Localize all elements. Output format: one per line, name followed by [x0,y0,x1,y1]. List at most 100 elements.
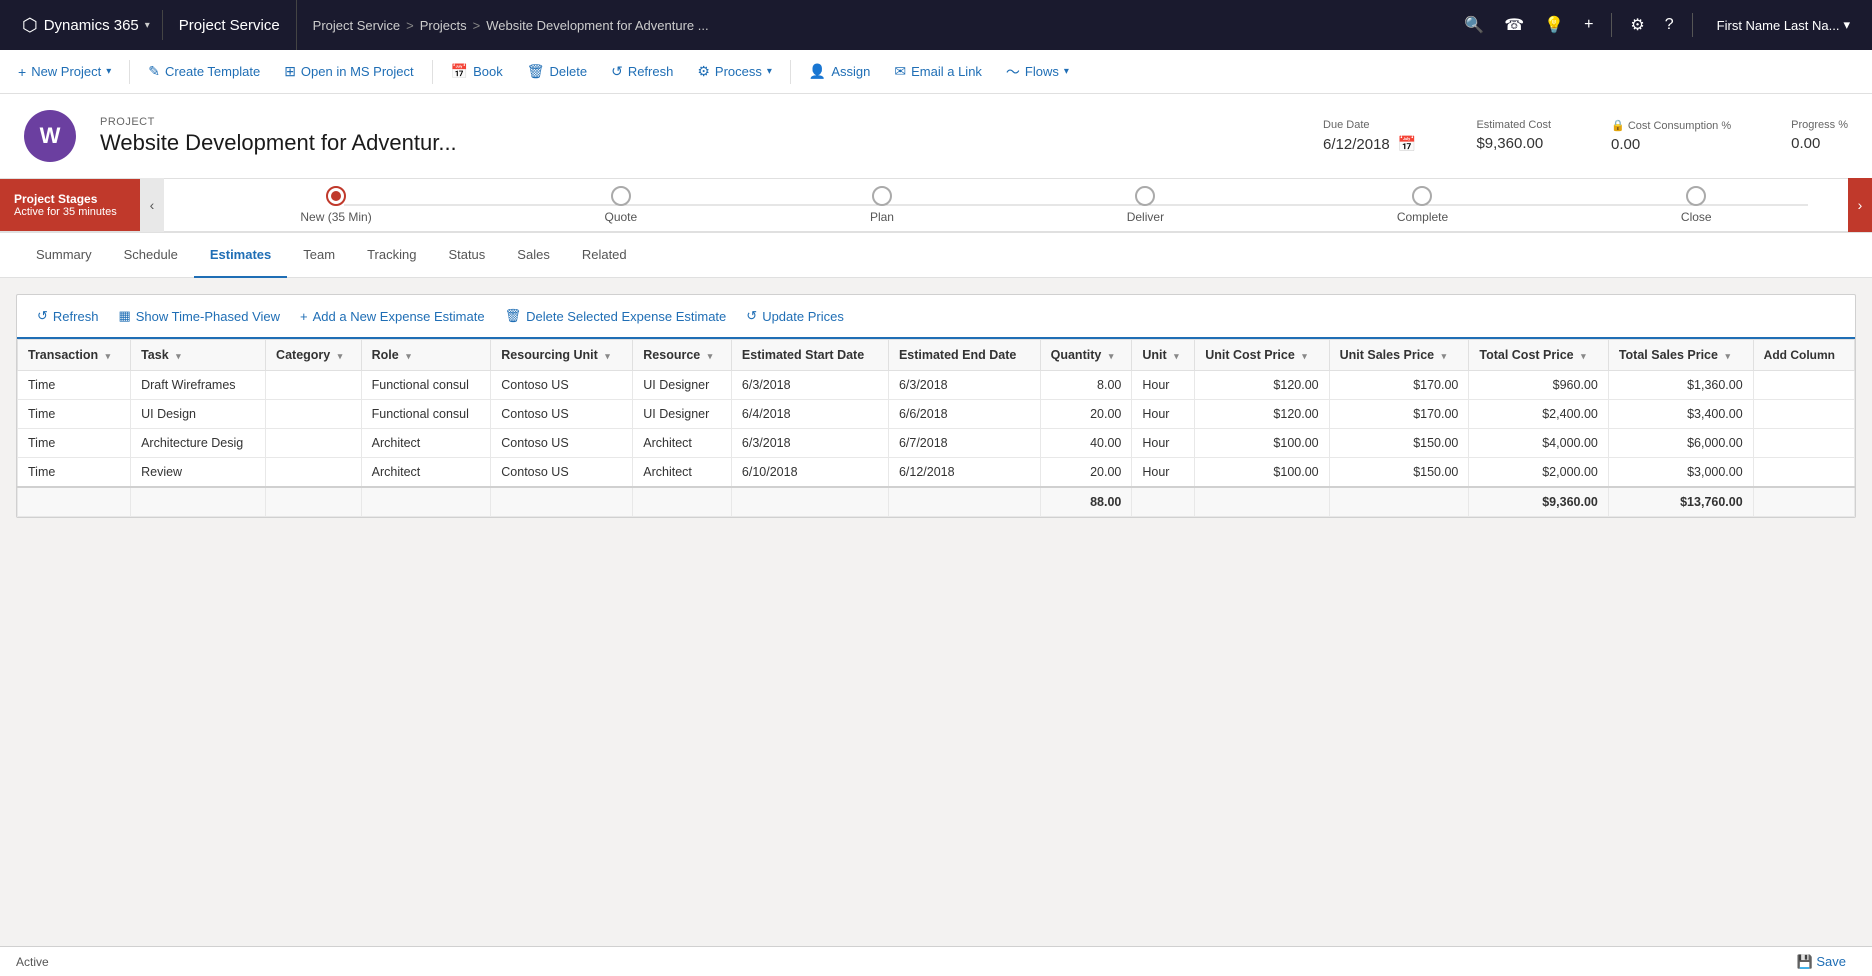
cell-quantity-2[interactable]: 40.00 [1040,429,1132,458]
cell-resourcingUnit-3[interactable]: Contoso US [491,458,633,488]
tab-summary[interactable]: Summary [20,233,108,278]
help-icon[interactable]: ? [1659,12,1680,38]
cell-unitSalesPrice-3[interactable]: $150.00 [1329,458,1469,488]
tab-estimates[interactable]: Estimates [194,233,287,278]
estimates-refresh-button[interactable]: ↺ Refresh [29,303,106,329]
cell-transaction-3[interactable]: Time [18,458,131,488]
cell-startDate-2[interactable]: 6/3/2018 [731,429,888,458]
cell-resourcingUnit-2[interactable]: Contoso US [491,429,633,458]
update-prices-button[interactable]: ↺ Update Prices [738,303,852,329]
cell-task-3[interactable]: Review [131,458,266,488]
assign-button[interactable]: 👤 Assign [799,57,880,86]
cell-endDate-3[interactable]: 6/12/2018 [888,458,1040,488]
col-header-unit-sales-price[interactable]: Unit Sales Price ▾ [1329,340,1469,371]
cell-totalCostPrice-1[interactable]: $2,400.00 [1469,400,1608,429]
stages-prev-button[interactable]: ‹ [140,178,164,232]
delete-button[interactable]: 🗑 Delete [517,57,597,86]
col-header-resource[interactable]: Resource ▾ [633,340,732,371]
cell-unit-2[interactable]: Hour [1132,429,1195,458]
cell-startDate-3[interactable]: 6/10/2018 [731,458,888,488]
col-header-unit[interactable]: Unit ▾ [1132,340,1195,371]
cell-task-0[interactable]: Draft Wireframes [131,371,266,400]
cell-unitCostPrice-3[interactable]: $100.00 [1195,458,1329,488]
cell-totalSalesPrice-0[interactable]: $1,360.00 [1608,371,1753,400]
cell-task-2[interactable]: Architecture Desig [131,429,266,458]
cell-resource-3[interactable]: Architect [633,458,732,488]
col-header-category[interactable]: Category ▾ [266,340,362,371]
add-expense-estimate-button[interactable]: + Add a New Expense Estimate [292,304,493,329]
cell-quantity-3[interactable]: 20.00 [1040,458,1132,488]
cell-category-3[interactable] [266,458,362,488]
phone-icon[interactable]: ☎ [1498,11,1530,39]
col-header-role[interactable]: Role ▾ [361,340,491,371]
cell-unit-0[interactable]: Hour [1132,371,1195,400]
col-header-start-date[interactable]: Estimated Start Date [731,340,888,371]
add-icon[interactable]: + [1578,12,1599,38]
breadcrumb-item-1[interactable]: Project Service [313,18,400,33]
open-ms-project-button[interactable]: ⊞ Open in MS Project [274,57,423,86]
save-button[interactable]: 💾 Save [1787,950,1856,974]
cell-quantity-1[interactable]: 20.00 [1040,400,1132,429]
table-row[interactable]: TimeDraft WireframesFunctional consulCon… [18,371,1855,400]
stages-next-button[interactable]: › [1848,178,1872,232]
cell-totalCostPrice-2[interactable]: $4,000.00 [1469,429,1608,458]
cell-category-1[interactable] [266,400,362,429]
cell-category-0[interactable] [266,371,362,400]
cell-transaction-2[interactable]: Time [18,429,131,458]
col-header-end-date[interactable]: Estimated End Date [888,340,1040,371]
cell-totalCostPrice-0[interactable]: $960.00 [1469,371,1608,400]
stage-item-deliver[interactable]: Deliver [1127,186,1164,224]
col-header-total-sales-price[interactable]: Total Sales Price ▾ [1608,340,1753,371]
col-header-task[interactable]: Task ▾ [131,340,266,371]
col-header-quantity[interactable]: Quantity ▾ [1040,340,1132,371]
cell-totalCostPrice-3[interactable]: $2,000.00 [1469,458,1608,488]
book-button[interactable]: 📅 Book [441,57,513,86]
stage-item-quote[interactable]: Quote [604,186,637,224]
cell-totalSalesPrice-3[interactable]: $3,000.00 [1608,458,1753,488]
col-header-total-cost-price[interactable]: Total Cost Price ▾ [1469,340,1608,371]
stage-item-new[interactable]: New (35 Min) [300,186,371,224]
tab-sales[interactable]: Sales [501,233,566,278]
cell-unitSalesPrice-0[interactable]: $170.00 [1329,371,1469,400]
cell-role-3[interactable]: Architect [361,458,491,488]
lightbulb-icon[interactable]: 💡 [1538,11,1570,39]
col-header-transaction[interactable]: Transaction ▾ [18,340,131,371]
cell-transaction-1[interactable]: Time [18,400,131,429]
cell-resourcingUnit-1[interactable]: Contoso US [491,400,633,429]
tab-tracking[interactable]: Tracking [351,233,432,278]
tab-status[interactable]: Status [432,233,501,278]
cell-resource-1[interactable]: UI Designer [633,400,732,429]
cell-unitCostPrice-1[interactable]: $120.00 [1195,400,1329,429]
cell-unit-3[interactable]: Hour [1132,458,1195,488]
stage-item-complete[interactable]: Complete [1397,186,1448,224]
cell-startDate-1[interactable]: 6/4/2018 [731,400,888,429]
settings-icon[interactable]: ⚙ [1624,11,1650,39]
refresh-button[interactable]: ↺ Refresh [601,57,683,86]
cell-category-2[interactable] [266,429,362,458]
cell-unitSalesPrice-1[interactable]: $170.00 [1329,400,1469,429]
cell-role-2[interactable]: Architect [361,429,491,458]
time-phased-view-button[interactable]: ▦ Show Time-Phased View [110,303,288,329]
cell-transaction-0[interactable]: Time [18,371,131,400]
flows-button[interactable]: 〜 Flows ▾ [996,56,1079,88]
cell-startDate-0[interactable]: 6/3/2018 [731,371,888,400]
tab-related[interactable]: Related [566,233,643,278]
cell-quantity-0[interactable]: 8.00 [1040,371,1132,400]
cell-unitSalesPrice-2[interactable]: $150.00 [1329,429,1469,458]
cell-unit-1[interactable]: Hour [1132,400,1195,429]
col-header-resourcing-unit[interactable]: Resourcing Unit ▾ [491,340,633,371]
process-button[interactable]: ⚙ Process ▾ [687,57,782,86]
delete-expense-estimate-button[interactable]: 🗑 Delete Selected Expense Estimate [497,303,735,329]
dynamics-app-switcher[interactable]: ⬡ Dynamics 365 ▾ [10,0,162,50]
tab-schedule[interactable]: Schedule [108,233,194,278]
calendar-icon[interactable]: 📅 [1398,135,1417,153]
cell-resource-2[interactable]: Architect [633,429,732,458]
stage-item-close[interactable]: Close [1681,186,1712,224]
cell-resourcingUnit-0[interactable]: Contoso US [491,371,633,400]
col-header-unit-cost-price[interactable]: Unit Cost Price ▾ [1195,340,1329,371]
cell-endDate-2[interactable]: 6/7/2018 [888,429,1040,458]
create-template-button[interactable]: ✎ Create Template [138,57,270,86]
table-row[interactable]: TimeReviewArchitectContoso USArchitect6/… [18,458,1855,488]
table-row[interactable]: TimeArchitecture Desig ArchitectContoso U… [18,429,1855,458]
col-header-add-column[interactable]: Add Column [1753,340,1854,371]
